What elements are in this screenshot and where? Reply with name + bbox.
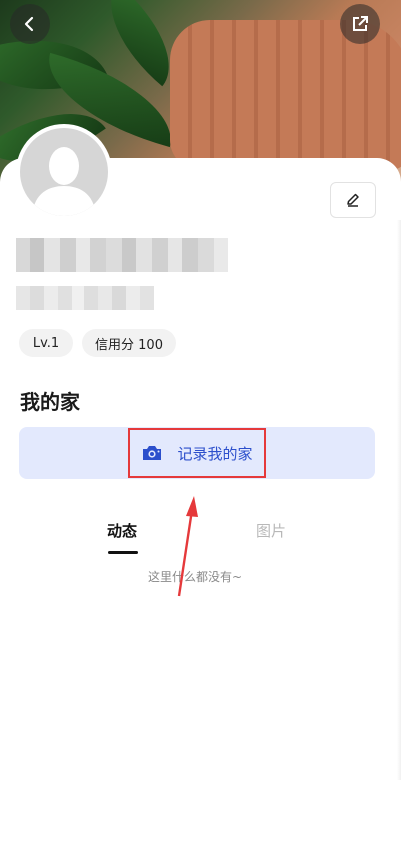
credit-score-badge: 信用分 100	[82, 329, 176, 357]
username-redacted	[16, 238, 228, 272]
tab-images[interactable]: 图片	[256, 520, 286, 541]
default-user-icon	[32, 147, 96, 216]
avatar[interactable]	[16, 124, 112, 220]
highlight-box: 记录我的家	[128, 428, 266, 478]
edit-profile-button[interactable]	[330, 182, 376, 218]
chevron-left-icon	[24, 16, 34, 32]
empty-state-text: 这里什么都没有~	[147, 570, 243, 584]
camera-icon	[143, 446, 162, 460]
record-my-home-button[interactable]: 记录我的家	[19, 427, 375, 479]
level-badge: Lv.1	[19, 329, 73, 357]
share-button[interactable]	[340, 4, 380, 44]
pencil-icon	[347, 193, 359, 207]
share-external-icon	[353, 16, 368, 31]
record-button-label: 记录我的家	[177, 444, 253, 463]
active-tab-indicator	[108, 551, 138, 554]
my-home-title: 我的家	[20, 390, 80, 414]
tab-posts[interactable]: 动态	[107, 520, 137, 541]
back-button[interactable]	[10, 4, 50, 44]
user-id-redacted	[16, 286, 154, 310]
